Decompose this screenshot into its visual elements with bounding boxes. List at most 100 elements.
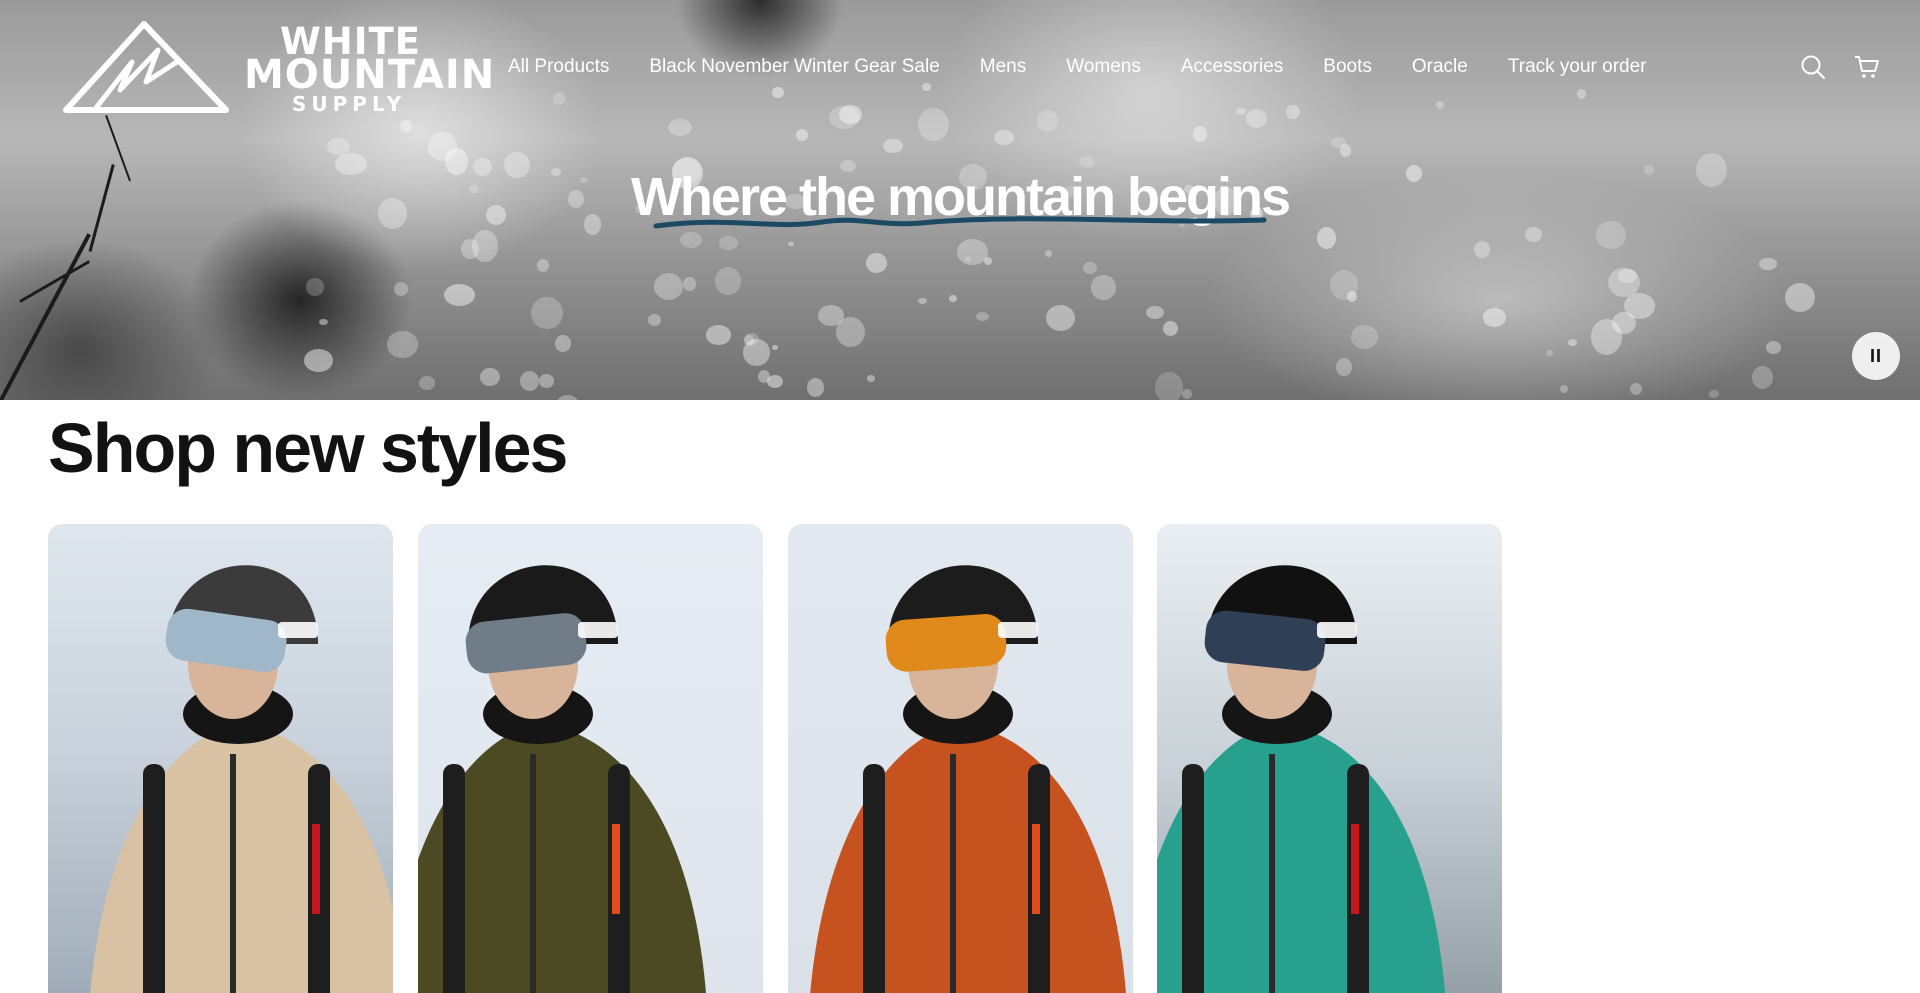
snow-flake bbox=[443, 283, 476, 306]
snow-flake bbox=[1046, 304, 1076, 332]
product-card[interactable] bbox=[418, 524, 763, 993]
backpack-strap bbox=[443, 764, 465, 993]
snow-flake bbox=[1611, 312, 1637, 335]
product-card[interactable] bbox=[1157, 524, 1502, 993]
product-card[interactable] bbox=[48, 524, 393, 993]
hero-title-underline bbox=[653, 216, 1267, 229]
snow-flake bbox=[1759, 257, 1777, 271]
pause-slideshow-button[interactable]: II bbox=[1852, 332, 1900, 380]
logo-text-supply: SUPPLY bbox=[292, 92, 407, 116]
snow-flake bbox=[1155, 372, 1184, 400]
snow-flake bbox=[705, 325, 731, 345]
snow-flake bbox=[1752, 365, 1774, 389]
snow-flake bbox=[1329, 270, 1358, 301]
nav-all-products[interactable]: All Products bbox=[508, 56, 609, 78]
snow-flake bbox=[1182, 388, 1192, 399]
mountain-logo-icon bbox=[63, 21, 229, 113]
snow-flake bbox=[1145, 305, 1165, 320]
zipper bbox=[530, 754, 536, 993]
snow-flake bbox=[1546, 349, 1553, 357]
snow-flake bbox=[1525, 227, 1543, 242]
snow-flake bbox=[555, 334, 572, 353]
zipper bbox=[1269, 754, 1275, 993]
nav-accessories[interactable]: Accessories bbox=[1181, 56, 1283, 78]
nav-track-order[interactable]: Track your order bbox=[1508, 56, 1647, 78]
goggle-strap-logo bbox=[1317, 622, 1357, 638]
snow-flake bbox=[1163, 320, 1179, 337]
nav-womens[interactable]: Womens bbox=[1066, 56, 1141, 78]
snow-flake bbox=[536, 259, 550, 272]
snow-flake bbox=[806, 377, 825, 397]
snow-flake bbox=[788, 241, 795, 247]
strap-accent bbox=[1351, 824, 1359, 914]
snow-flake bbox=[1567, 338, 1578, 346]
snow-flake bbox=[680, 231, 703, 249]
snow-flake bbox=[918, 297, 927, 304]
pause-icon: II bbox=[1869, 345, 1882, 366]
nav-black-november-sale[interactable]: Black November Winter Gear Sale bbox=[649, 56, 939, 78]
snow-flake bbox=[305, 278, 325, 296]
snow-flake bbox=[865, 252, 888, 273]
snow-flake bbox=[538, 374, 555, 388]
snow-flake bbox=[1090, 275, 1117, 300]
snow-flake bbox=[743, 339, 771, 366]
snow-flake bbox=[1766, 340, 1782, 354]
skier-illustration bbox=[90, 565, 393, 993]
snow-flake bbox=[1784, 283, 1815, 313]
snow-flake bbox=[419, 376, 435, 390]
jacket bbox=[810, 724, 1126, 993]
goggle-strap-logo bbox=[578, 622, 618, 638]
snow-flake bbox=[1473, 240, 1490, 259]
snow-flake bbox=[386, 331, 419, 358]
nav-oracle[interactable]: Oracle bbox=[1412, 56, 1468, 78]
backpack-strap bbox=[863, 764, 885, 993]
zipper bbox=[230, 754, 236, 993]
nav-boots[interactable]: Boots bbox=[1323, 56, 1372, 78]
goggle-strap-logo bbox=[278, 622, 318, 638]
snow-flake bbox=[519, 371, 539, 391]
strap-accent bbox=[612, 824, 620, 914]
site-header: WHITE MOUNTAIN SUPPLY All Products Black… bbox=[0, 0, 1920, 135]
snow-flake bbox=[817, 305, 844, 326]
snow-flake bbox=[714, 267, 742, 296]
snow-flake bbox=[394, 281, 409, 296]
snow-flake bbox=[471, 230, 499, 262]
snow-flake bbox=[555, 395, 580, 400]
snow-flake bbox=[771, 345, 779, 351]
snow-flake bbox=[1316, 226, 1336, 249]
snow-flake bbox=[1560, 385, 1569, 394]
product-card[interactable] bbox=[788, 524, 1133, 993]
zipper bbox=[950, 754, 956, 993]
snow-flake bbox=[319, 318, 328, 326]
section-title: Shop new styles bbox=[48, 409, 568, 487]
main-nav: All Products Black November Winter Gear … bbox=[508, 56, 1687, 78]
nav-mens[interactable]: Mens bbox=[980, 56, 1026, 78]
snow-flake bbox=[866, 375, 875, 382]
cart-button[interactable] bbox=[1854, 54, 1880, 80]
skier-illustration bbox=[418, 565, 706, 993]
jacket bbox=[90, 724, 393, 993]
snow-flake bbox=[975, 311, 990, 322]
snow-flake bbox=[1082, 262, 1097, 274]
snow-flake bbox=[1044, 250, 1053, 257]
cart-icon bbox=[1855, 56, 1879, 78]
snow-flake bbox=[531, 296, 563, 330]
backpack-strap bbox=[143, 764, 165, 993]
snow-flake bbox=[948, 294, 957, 302]
snow-flake bbox=[767, 375, 784, 389]
snow-flake bbox=[304, 349, 334, 372]
snow-flake bbox=[1483, 308, 1507, 327]
goggle-strap-logo bbox=[998, 622, 1038, 638]
snow-flake bbox=[683, 276, 696, 291]
search-button[interactable] bbox=[1800, 54, 1826, 80]
snow-flake bbox=[984, 257, 992, 266]
snow-flake bbox=[480, 367, 501, 386]
skier-illustration bbox=[810, 565, 1126, 993]
hero-branch bbox=[0, 233, 91, 400]
goggles bbox=[885, 614, 1007, 672]
search-icon bbox=[1801, 55, 1825, 79]
strap-accent bbox=[1032, 824, 1040, 914]
site-logo[interactable]: WHITE MOUNTAIN SUPPLY bbox=[62, 20, 494, 116]
snow-flake bbox=[883, 138, 903, 153]
snow-flake bbox=[1330, 136, 1346, 148]
